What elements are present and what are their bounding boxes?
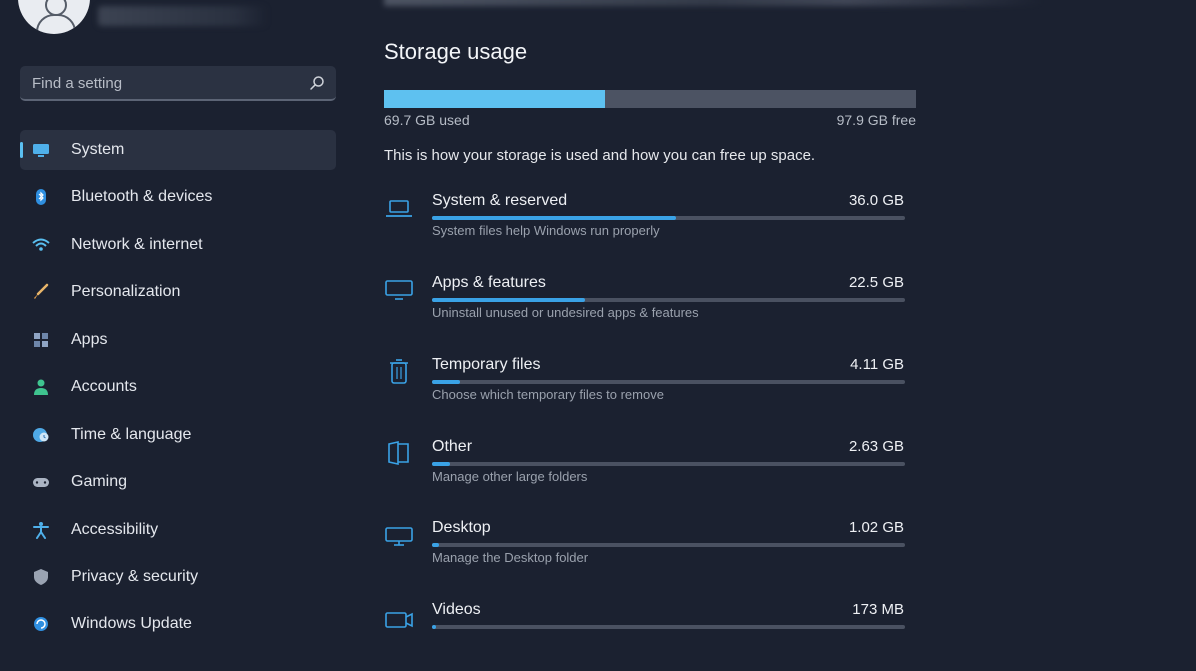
- sidebar-item-label: Bluetooth & devices: [71, 188, 213, 205]
- category-bar: [432, 462, 905, 466]
- sidebar-item-label: Accounts: [71, 378, 137, 395]
- section-title: Storage usage: [384, 39, 528, 64]
- trash-icon: [390, 359, 408, 384]
- category-size: 2.63 GB: [848, 438, 904, 455]
- desktop-icon: [385, 527, 413, 546]
- category-bar-fill: [432, 380, 460, 384]
- storage-category-desktop[interactable]: Desktop 1.02 GB Manage the Desktop folde…: [384, 519, 944, 589]
- category-bar: [432, 625, 905, 629]
- sidebar-item-time-language[interactable]: Time & language: [20, 415, 336, 455]
- category-size: 1.02 GB: [848, 519, 904, 536]
- main-content: Storage usage 69.7 GB used 97.9 GB free …: [384, 0, 1184, 629]
- globe-clock-icon: [33, 428, 49, 442]
- sidebar-item-windows-update[interactable]: Windows Update: [20, 604, 336, 644]
- total-storage-bar: [384, 90, 916, 108]
- category-name: Desktop: [432, 519, 491, 536]
- category-name: Temporary files: [432, 356, 541, 373]
- gamepad-icon: [33, 478, 49, 487]
- category-subtitle: Choose which temporary files to remove: [432, 387, 664, 402]
- free-label: 97.9 GB free: [836, 112, 916, 128]
- avatar-shoulders-icon: [36, 14, 76, 34]
- sidebar-item-system[interactable]: System: [20, 130, 336, 170]
- username-blurred: [98, 6, 268, 26]
- sidebar-item-accessibility[interactable]: Accessibility: [20, 510, 336, 550]
- category-bar-fill: [432, 625, 436, 629]
- category-name: Videos: [432, 601, 481, 618]
- category-size: 36.0 GB: [848, 192, 904, 209]
- category-bar-fill: [432, 543, 440, 547]
- category-subtitle: System files help Windows run properly: [432, 223, 660, 238]
- category-bar: [432, 216, 905, 220]
- category-bar: [432, 543, 905, 547]
- storage-category-other[interactable]: Other 2.63 GB Manage other large folders: [384, 438, 944, 508]
- sidebar-item-network[interactable]: Network & internet: [20, 225, 336, 265]
- sidebar-item-privacy[interactable]: Privacy & security: [20, 557, 336, 597]
- sidebar-item-label: Personalization: [71, 283, 181, 300]
- category-name: Other: [432, 438, 473, 455]
- storage-category-system-reserved[interactable]: System & reserved 36.0 GB System files h…: [384, 192, 944, 262]
- shield-icon: [34, 569, 48, 585]
- update-icon: [34, 617, 48, 631]
- search-icon[interactable]: [308, 74, 326, 92]
- monitor-icon: [385, 280, 413, 300]
- person-icon: [34, 379, 48, 395]
- category-subtitle: Uninstall unused or undesired apps & fea…: [432, 305, 699, 320]
- brush-icon: [34, 283, 49, 299]
- sidebar-item-bluetooth[interactable]: Bluetooth & devices: [20, 177, 336, 217]
- laptop-icon: [386, 200, 412, 217]
- sidebar-item-label: Network & internet: [71, 236, 203, 253]
- sidebar-item-label: Privacy & security: [71, 568, 199, 585]
- storage-description: This is how your storage is used and how…: [384, 147, 816, 164]
- monitor-icon: [33, 144, 49, 157]
- sidebar-item-label: Windows Update: [71, 615, 192, 632]
- folder-icon: [388, 441, 409, 465]
- bluetooth-icon: [36, 189, 46, 205]
- avatar[interactable]: [18, 0, 90, 34]
- sidebar-item-personalization[interactable]: Personalization: [20, 272, 336, 312]
- accessibility-icon: [33, 522, 49, 539]
- category-bar-fill: [432, 298, 585, 302]
- category-size: 4.11 GB: [850, 356, 904, 373]
- category-size: 22.5 GB: [848, 274, 904, 291]
- category-name: System & reserved: [432, 192, 568, 209]
- sidebar-item-label: Time & language: [71, 426, 192, 443]
- sidebar-item-apps[interactable]: Apps: [20, 320, 336, 360]
- storage-category-apps-features[interactable]: Apps & features 22.5 GB Uninstall unused…: [384, 274, 944, 344]
- category-bar-fill: [432, 216, 677, 220]
- sidebar-item-label: Gaming: [71, 473, 128, 490]
- video-icon: [385, 612, 413, 628]
- sidebar: Find a setting System Bluetooth & device…: [0, 0, 360, 632]
- storage-category-temporary-files[interactable]: Temporary files 4.11 GB Choose which tem…: [384, 356, 944, 426]
- page-title-blurred: [384, 0, 1044, 6]
- category-subtitle: Manage other large folders: [432, 469, 588, 484]
- category-name: Apps & features: [432, 274, 546, 291]
- category-bar: [432, 380, 905, 384]
- category-bar: [432, 298, 905, 302]
- total-storage-fill: [384, 90, 606, 108]
- apps-icon: [34, 333, 48, 347]
- search-placeholder: Find a setting: [32, 75, 123, 92]
- wifi-icon: [32, 238, 50, 251]
- sidebar-item-gaming[interactable]: Gaming: [20, 462, 336, 502]
- sidebar-item-accounts[interactable]: Accounts: [20, 367, 336, 407]
- category-size: 173 MB: [852, 601, 904, 618]
- search-input[interactable]: Find a setting: [20, 66, 336, 101]
- category-bar-fill: [432, 462, 450, 466]
- storage-category-videos[interactable]: Videos 173 MB: [384, 601, 944, 671]
- sidebar-item-label: Apps: [71, 331, 108, 348]
- category-subtitle: Manage the Desktop folder: [432, 550, 589, 565]
- used-label: 69.7 GB used: [384, 112, 470, 128]
- sidebar-item-label: Accessibility: [71, 521, 159, 538]
- sidebar-item-label: System: [71, 141, 125, 158]
- active-indicator: [20, 142, 23, 158]
